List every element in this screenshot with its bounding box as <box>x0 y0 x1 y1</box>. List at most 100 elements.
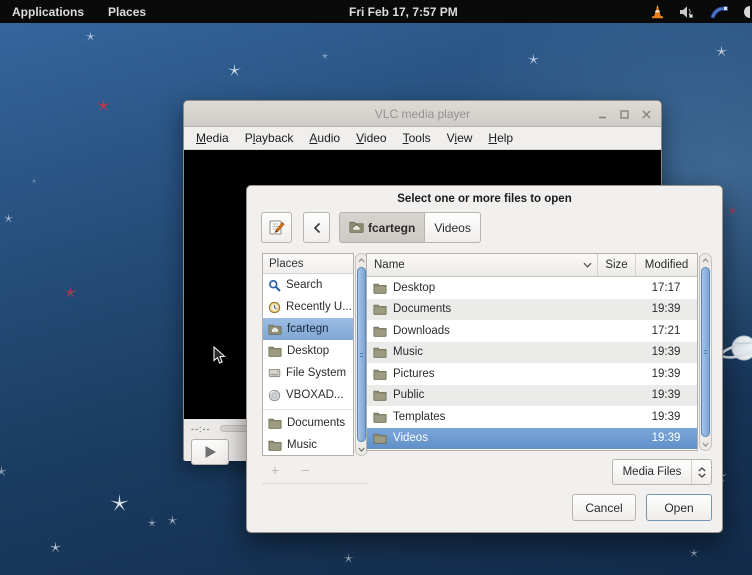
table-row[interactable]: Desktop 17:17 <box>367 277 697 299</box>
sidebar-item-search[interactable]: Search <box>263 274 353 296</box>
file-modified: 19:39 <box>635 346 697 358</box>
file-modified: 17:21 <box>635 325 697 337</box>
cancel-button[interactable]: Cancel <box>572 494 636 521</box>
sidebar-item-file-system[interactable]: File System <box>263 362 353 384</box>
applications-menu[interactable]: Applications <box>0 0 96 23</box>
vlc-titlebar[interactable]: VLC media player <box>184 101 661 127</box>
breadcrumb-videos[interactable]: Videos <box>425 212 480 243</box>
play-button[interactable] <box>191 439 229 465</box>
file-name: Videos <box>393 432 428 444</box>
menu-item-media[interactable]: Media <box>188 128 237 148</box>
clock[interactable]: Fri Feb 17, 7:57 PM <box>349 0 458 23</box>
home-folder-icon <box>268 323 282 335</box>
places-sidebar: Places Search Recently U... fcartegnDeskto… <box>262 253 354 456</box>
table-row[interactable]: Documents 19:39 <box>367 299 697 321</box>
menu-item-view[interactable]: View <box>439 128 481 148</box>
menu-item-playback[interactable]: Playback <box>237 128 302 148</box>
sidebar-item-fcartegn[interactable]: fcartegn <box>263 318 353 340</box>
file-modified: 19:39 <box>635 303 697 315</box>
back-button[interactable] <box>303 212 330 243</box>
breadcrumb-home[interactable]: fcartegn <box>339 212 425 243</box>
table-row[interactable]: Pictures19:39 <box>367 363 697 385</box>
sidebar-item-recently-u-[interactable]: Recently U... <box>263 296 353 318</box>
file-modified: 19:39 <box>635 389 697 401</box>
menu-item-audio[interactable]: Audio <box>301 128 348 148</box>
scroll-down-icon[interactable] <box>358 443 365 455</box>
column-name[interactable]: Name <box>367 259 597 271</box>
folder-icon <box>268 439 282 451</box>
vlc-tray-icon[interactable] <box>650 4 665 20</box>
file-list-header: Name Size Modified <box>367 254 697 277</box>
places-menu[interactable]: Places <box>96 0 158 23</box>
file-modified: 17:17 <box>635 282 697 294</box>
column-size[interactable]: Size <box>597 254 635 276</box>
dialog-title: Select one or more files to open <box>247 186 722 205</box>
minimize-icon[interactable] <box>598 110 607 119</box>
breadcrumb-home-label: fcartegn <box>368 221 415 235</box>
remove-bookmark-button[interactable]: − <box>301 462 309 478</box>
sidebar-item-label: Recently U... <box>286 301 352 313</box>
folder-icon <box>373 325 387 337</box>
file-type-filter-dropdown[interactable]: Media Files <box>612 459 712 485</box>
file-name: Public <box>393 389 424 401</box>
scroll-up-icon[interactable] <box>358 254 365 266</box>
file-name: Downloads <box>393 325 450 337</box>
table-row[interactable]: Public 19:39 <box>367 385 697 407</box>
menu-item-video[interactable]: Video <box>348 128 394 148</box>
sidebar-item-vboxad-[interactable]: VBOXAD... <box>263 384 353 406</box>
file-modified: 19:39 <box>635 432 697 444</box>
sidebar-item-documents[interactable]: Documents <box>263 412 353 434</box>
places-header: Places <box>263 254 353 274</box>
table-row[interactable]: Downloads 17:21 <box>367 320 697 342</box>
menu-item-tools[interactable]: Tools <box>395 128 439 148</box>
folder-icon <box>373 411 387 423</box>
dialog-toolbar: fcartegn Videos <box>261 212 481 243</box>
column-modified[interactable]: Modified <box>635 254 697 276</box>
file-open-dialog: Select one or more files to open fcarteg… <box>246 185 723 533</box>
dropdown-arrows-icon <box>691 460 711 484</box>
disc-icon <box>268 389 281 402</box>
folder-icon <box>373 368 387 380</box>
elapsed-time: --:-- <box>191 424 211 434</box>
sidebar-item-label: Documents <box>287 417 345 429</box>
scroll-up-icon[interactable] <box>702 254 709 266</box>
sidebar-item-music[interactable]: Music <box>263 434 353 456</box>
top-panel: Applications Places Fri Feb 17, 7:57 PM <box>0 0 752 23</box>
vlc-window-title: VLC media player <box>184 107 661 121</box>
file-name: Pictures <box>393 368 435 380</box>
filelist-scroll-thumb[interactable] <box>701 267 710 437</box>
folder-icon <box>373 346 387 358</box>
open-button[interactable]: Open <box>646 494 712 521</box>
sidebar-item-label: Search <box>286 279 322 291</box>
drive-icon <box>268 367 281 379</box>
path-breadcrumbs: fcartegn Videos <box>339 212 481 243</box>
maximize-icon[interactable] <box>620 110 629 119</box>
sidebar-item-label: VBOXAD... <box>286 389 344 401</box>
table-row[interactable]: Templates19:39 <box>367 406 697 428</box>
filelist-scrollbar[interactable] <box>699 253 712 451</box>
user-applet-icon[interactable] <box>709 4 729 20</box>
bookmark-separator <box>262 483 368 484</box>
breadcrumb-videos-label: Videos <box>434 221 470 235</box>
home-folder-icon <box>349 220 364 236</box>
add-bookmark-button[interactable]: + <box>271 462 279 478</box>
sidebar-scroll-thumb[interactable] <box>357 267 366 442</box>
file-name: Documents <box>393 303 451 315</box>
menu-item-help[interactable]: Help <box>480 128 521 148</box>
folder-icon <box>373 432 387 444</box>
table-row[interactable]: Videos 19:39 <box>367 428 697 450</box>
table-row[interactable]: Music19:39 <box>367 342 697 364</box>
scroll-down-icon[interactable] <box>702 438 709 450</box>
folder-icon <box>373 303 387 315</box>
file-modified: 19:39 <box>635 411 697 423</box>
sidebar-item-label: Music <box>287 439 317 451</box>
sort-chevron-icon <box>583 259 592 271</box>
volume-muted-icon[interactable] <box>679 5 695 19</box>
file-name: Desktop <box>393 282 435 294</box>
sidebar-item-label: File System <box>286 367 346 379</box>
sidebar-item-desktop[interactable]: Desktop <box>263 340 353 362</box>
type-filename-button[interactable] <box>261 212 292 243</box>
close-icon[interactable] <box>642 110 651 119</box>
folder-icon <box>268 345 282 357</box>
tray-partial-icon <box>743 5 750 19</box>
